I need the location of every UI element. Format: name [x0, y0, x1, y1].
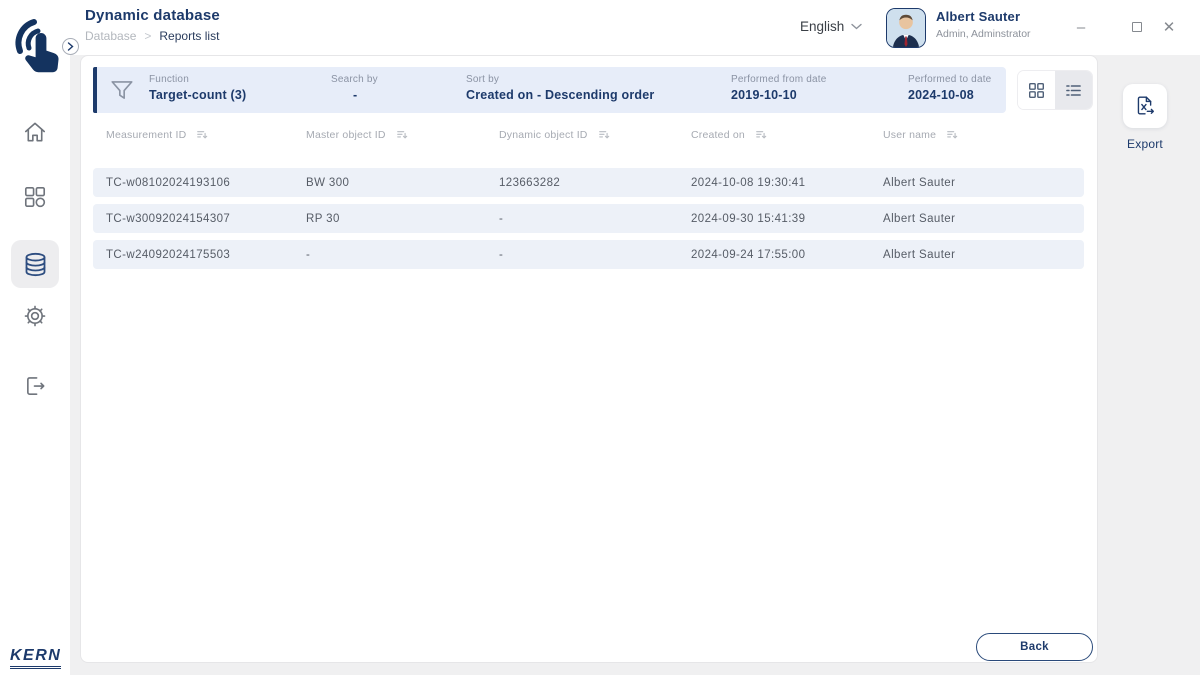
maximize-button[interactable] [1124, 14, 1150, 40]
export-label: Export [1099, 137, 1191, 151]
table-cell: - [499, 249, 691, 261]
sort-filter-icon[interactable] [196, 129, 208, 141]
table-cell: Albert Sauter [883, 213, 1084, 225]
app-logo-icon [13, 15, 65, 77]
filter-field-label: Performed to date [908, 74, 991, 85]
table-cell: - [306, 249, 499, 261]
sidebar: KERN [0, 55, 70, 675]
filter-field-value: Created on - Descending order [466, 88, 654, 102]
column-header-dynamic-object-id[interactable]: Dynamic object ID [499, 129, 691, 141]
chevron-right-icon [67, 42, 74, 51]
sort-filter-icon[interactable] [598, 129, 610, 141]
logout-icon [22, 373, 48, 399]
sort-filter-icon[interactable] [755, 129, 767, 141]
column-label: Master object ID [306, 129, 386, 141]
avatar[interactable] [886, 8, 926, 48]
table-row[interactable]: TC-w30092024154307RP 30-2024-09-30 15:41… [93, 204, 1084, 233]
filter-funnel-icon [109, 77, 135, 103]
export-button[interactable] [1123, 84, 1167, 128]
page-title: Dynamic database [85, 7, 220, 24]
column-label: User name [883, 129, 936, 141]
language-label: English [800, 19, 844, 34]
filter-field-sort-by: Sort by Created on - Descending order [466, 74, 654, 102]
home-icon [22, 119, 48, 145]
user-photo [887, 9, 925, 47]
export-section: Export [1099, 84, 1191, 151]
filter-field-label: Search by [331, 74, 378, 85]
sidebar-item-settings[interactable] [0, 303, 70, 329]
breadcrumb: Database > Reports list [85, 29, 219, 43]
column-header-user-name[interactable]: User name [883, 129, 1087, 141]
table-cell: TC-w30092024154307 [106, 213, 306, 225]
filter-field-label: Performed from date [731, 74, 827, 85]
sidebar-item-home[interactable] [0, 119, 70, 145]
table-row[interactable]: TC-w08102024193106BW 3001236632822024-10… [93, 168, 1084, 197]
user-name: Albert Sauter [936, 9, 1031, 24]
close-button[interactable]: ✕ [1156, 14, 1182, 40]
main-card: Function Target-count (3) Search by - So… [80, 55, 1098, 663]
expand-sidebar-button[interactable] [62, 38, 79, 55]
filter-field-value: - [331, 88, 378, 102]
minimize-button[interactable]: – [1068, 14, 1094, 40]
column-header-master-object-id[interactable]: Master object ID [306, 129, 499, 141]
filter-field-function: Function Target-count (3) [149, 74, 246, 102]
filter-field-label: Sort by [466, 74, 654, 85]
header: Dynamic database Database > Reports list… [0, 0, 1200, 55]
table-cell: Albert Sauter [883, 249, 1084, 261]
filter-field-label: Function [149, 74, 246, 85]
table-cell: BW 300 [306, 177, 499, 189]
filter-field-value: Target-count (3) [149, 88, 246, 102]
sidebar-item-database[interactable] [11, 240, 59, 288]
kern-logo: KERN [10, 647, 61, 669]
sidebar-item-logout[interactable] [0, 373, 70, 399]
breadcrumb-item-reports-list: Reports list [159, 29, 219, 43]
column-label: Dynamic object ID [499, 129, 588, 141]
table-cell: TC-w08102024193106 [106, 177, 306, 189]
table-header: Measurement ID Master object ID Dynamic … [93, 129, 1087, 141]
table-cell: RP 30 [306, 213, 499, 225]
list-view-button[interactable] [1055, 71, 1092, 109]
grid-view-button[interactable] [1018, 71, 1055, 109]
sidebar-item-apps[interactable] [0, 184, 70, 210]
breadcrumb-item-database[interactable]: Database [85, 29, 136, 43]
filter-field-search-by: Search by - [331, 74, 378, 102]
apps-grid-icon [22, 184, 48, 210]
table-cell: 2024-10-08 19:30:41 [691, 177, 883, 189]
filter-field-value: 2024-10-08 [908, 88, 991, 102]
column-label: Created on [691, 129, 745, 141]
table-cell: 2024-09-30 15:41:39 [691, 213, 883, 225]
chevron-down-icon [851, 23, 862, 30]
user-block[interactable]: Albert Sauter Admin, Adminstrator [936, 9, 1031, 40]
table-row[interactable]: TC-w24092024175503--2024-09-24 17:55:00A… [93, 240, 1084, 269]
export-excel-icon [1133, 94, 1157, 118]
breadcrumb-separator: > [144, 29, 151, 43]
filter-field-value: 2019-10-10 [731, 88, 827, 102]
column-label: Measurement ID [106, 129, 186, 141]
back-button[interactable]: Back [976, 633, 1093, 661]
view-toggle [1018, 71, 1092, 109]
maximize-icon [1132, 22, 1142, 32]
list-view-icon [1065, 82, 1082, 99]
table-cell: - [499, 213, 691, 225]
table-cell: Albert Sauter [883, 177, 1084, 189]
table-cell: TC-w24092024175503 [106, 249, 306, 261]
filter-accent-bar [93, 67, 97, 113]
table-body: TC-w08102024193106BW 3001236632822024-10… [93, 168, 1084, 276]
language-selector[interactable]: English [800, 19, 862, 34]
sort-filter-icon[interactable] [396, 129, 408, 141]
table-cell: 123663282 [499, 177, 691, 189]
database-icon [22, 251, 49, 278]
column-header-measurement-id[interactable]: Measurement ID [106, 129, 306, 141]
filter-bar[interactable]: Function Target-count (3) Search by - So… [93, 67, 1006, 113]
table-cell: 2024-09-24 17:55:00 [691, 249, 883, 261]
column-header-created-on[interactable]: Created on [691, 129, 883, 141]
filter-field-performed-to: Performed to date 2024-10-08 [908, 74, 991, 102]
filter-field-performed-from: Performed from date 2019-10-10 [731, 74, 827, 102]
sort-filter-icon[interactable] [946, 129, 958, 141]
gear-icon [22, 303, 48, 329]
user-role: Admin, Adminstrator [936, 28, 1031, 40]
grid-view-icon [1028, 82, 1045, 99]
